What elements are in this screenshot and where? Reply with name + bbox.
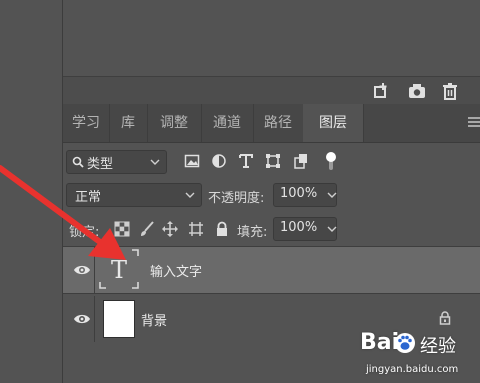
lock-artboard-icon[interactable] <box>188 221 204 237</box>
adjustment-filter-icon[interactable] <box>211 153 227 169</box>
layer-name: 输入文字 <box>150 265 203 280</box>
chevron-down-icon[interactable] <box>326 223 338 235</box>
panel-menu-icon[interactable] <box>468 116 480 128</box>
chevron-down-icon <box>185 192 195 198</box>
camera-icon[interactable] <box>407 81 427 101</box>
smart-object-filter-icon[interactable] <box>293 153 309 169</box>
fill-label: 填充: <box>237 225 268 240</box>
tab-libraries[interactable]: 库 <box>109 104 148 142</box>
tab-layers[interactable]: 图层 <box>303 104 364 142</box>
opacity-label: 不透明度: <box>208 191 265 206</box>
chevron-down-icon <box>150 159 160 165</box>
filter-toggle-icon[interactable] <box>325 151 337 171</box>
fill-value: 100% <box>280 220 318 235</box>
paw-icon <box>395 333 415 353</box>
trash-icon[interactable] <box>440 81 460 101</box>
lock-all-icon[interactable] <box>214 221 230 237</box>
red-arrow-annotation <box>0 165 126 260</box>
divider <box>63 293 480 294</box>
layer-name: 背景 <box>141 314 168 329</box>
lock-position-move-icon[interactable] <box>162 221 178 237</box>
opacity-value: 100% <box>280 186 318 201</box>
panel-tabs: 学习 库 调整 通道 路径 图层 <box>63 104 480 143</box>
image-filter-icon[interactable] <box>184 153 200 169</box>
new-layer-icon[interactable] <box>371 81 391 101</box>
tab-learn[interactable]: 学习 <box>63 104 110 142</box>
tab-channels[interactable]: 通道 <box>201 104 254 142</box>
baidu-jingyan-watermark: Bai 经验 jingyan.baidu.com <box>360 330 476 380</box>
background-layer-thumbnail <box>103 300 135 338</box>
panel-icon-strip <box>63 76 480 105</box>
watermark-url: jingyan.baidu.com <box>366 364 459 375</box>
fill-input[interactable]: 100% <box>273 217 337 241</box>
visibility-eye-icon[interactable] <box>73 313 91 325</box>
opacity-input[interactable]: 100% <box>273 183 337 207</box>
tab-adjustments[interactable]: 调整 <box>147 104 202 142</box>
watermark-cn-text: 经验 <box>420 336 456 357</box>
chevron-down-icon[interactable] <box>326 189 338 201</box>
upper-panel-area <box>63 0 480 76</box>
shape-filter-icon[interactable] <box>265 153 281 169</box>
layer-lock-icon[interactable] <box>439 311 451 325</box>
tab-paths[interactable]: 路径 <box>253 104 304 142</box>
divider <box>94 296 95 342</box>
type-filter-icon[interactable] <box>238 153 254 169</box>
